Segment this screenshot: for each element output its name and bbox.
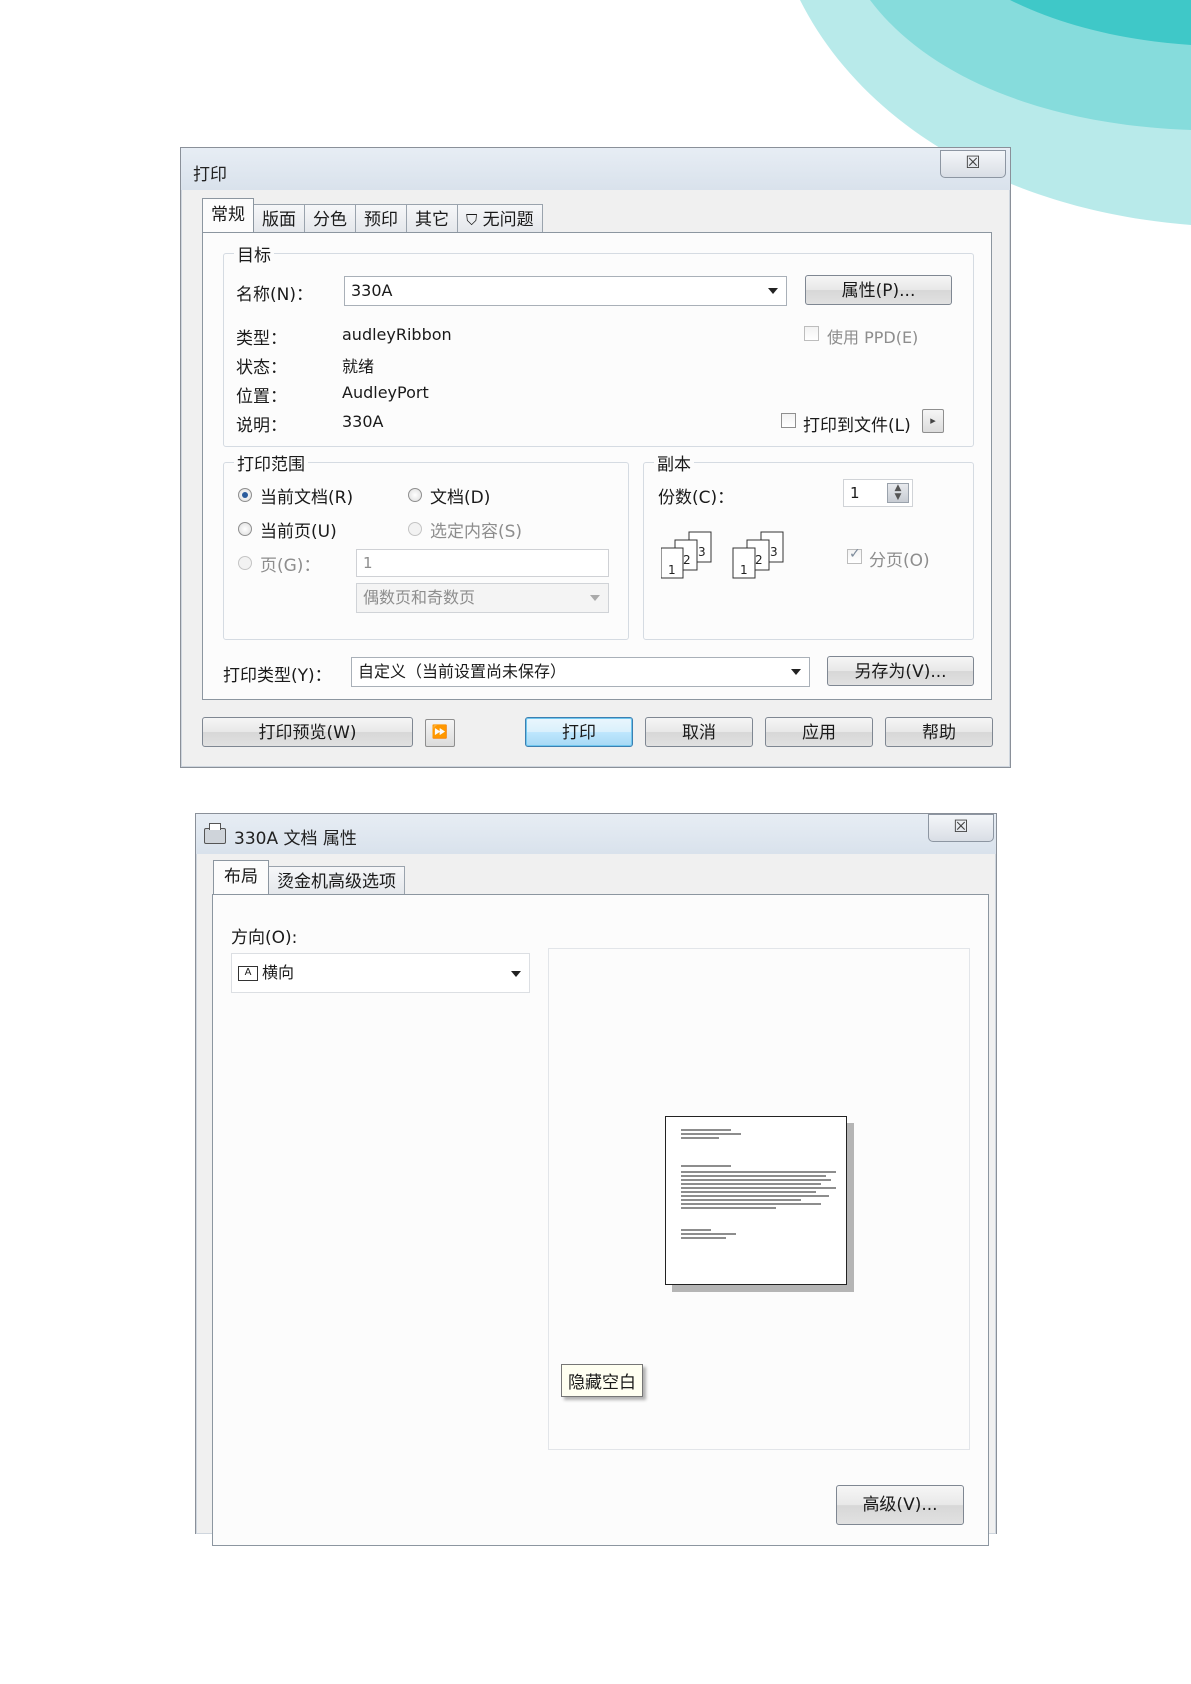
collate-page-number: 2 [755, 553, 763, 567]
print-dialog: 打印 ☒ 常规 版面 分色 预印 其它 ⛉ 无问题 目标 名称(N)： 330A… [180, 147, 1011, 768]
collate-page-number: 3 [770, 545, 778, 559]
print-range-legend: 打印范围 [234, 450, 308, 475]
collate-page-number: 2 [683, 553, 691, 567]
tab-no-issues[interactable]: ⛉ 无问题 [457, 204, 543, 232]
chevron-down-icon [511, 971, 521, 977]
print-to-file-checkbox[interactable] [781, 413, 796, 428]
use-ppd-label: 使用 PPD(E) [827, 328, 919, 347]
collate-page-number: 1 [740, 563, 748, 577]
location-value: AudleyPort [342, 383, 429, 402]
properties-title: 330A 文档 属性 [234, 829, 357, 849]
page-preview-area: 隐藏空白 [548, 948, 970, 1450]
copies-count-input[interactable]: 1 ▲ ▼ [843, 479, 913, 507]
properties-tabs: 布局 烫金机高级选项 [213, 860, 405, 894]
fast-forward-icon[interactable]: ⏩ [425, 719, 455, 747]
print-dialog-title: 打印 [193, 165, 227, 185]
tab-layout[interactable]: 版面 [253, 204, 305, 232]
status-value: 就绪 [342, 357, 375, 376]
print-dialog-titlebar: 打印 ☒ [181, 148, 1010, 190]
properties-dialog: 330A 文档 属性 ☒ 布局 烫金机高级选项 方向(O): A 横向 隐藏空白… [195, 813, 997, 1546]
cancel-button[interactable]: 取消 [645, 717, 753, 747]
copies-group: 副本 份数(C)： 1 ▲ ▼ 1 2 3 1 2 3 ✓ 分页(O) [643, 450, 974, 640]
pages-label: 页(G)： [260, 556, 321, 576]
collate-label: 分页(O) [869, 551, 930, 571]
documents-label: 文档(D) [430, 488, 491, 508]
page-thumbnail [665, 1116, 847, 1285]
printer-icon [204, 823, 226, 844]
collate-checkbox[interactable] [847, 546, 862, 564]
general-panel: 目标 名称(N)： 330A 属性(P)... 类型： audleyRibbon… [202, 232, 992, 700]
name-label: 名称(N)： [236, 285, 313, 305]
print-style-label: 打印类型(Y)： [223, 666, 332, 686]
apply-button[interactable]: 应用 [765, 717, 873, 747]
tab-general[interactable]: 常规 [202, 198, 254, 232]
current-page-label: 当前页(U) [260, 522, 337, 542]
tab-misc[interactable]: 其它 [406, 204, 458, 232]
print-button[interactable]: 打印 [525, 717, 633, 747]
properties-titlebar: 330A 文档 属性 ☒ [196, 814, 996, 854]
copies-legend: 副本 [654, 450, 694, 475]
comment-label: 说明： [236, 416, 287, 436]
type-value: audleyRibbon [342, 325, 452, 344]
spinner-icon[interactable]: ▲ ▼ [887, 483, 909, 503]
layout-panel: 方向(O): A 横向 隐藏空白 高级(V)... [212, 894, 989, 1546]
documents-radio[interactable] [408, 488, 422, 502]
target-group: 目标 名称(N)： 330A 属性(P)... 类型： audleyRibbon… [223, 241, 974, 447]
close-button[interactable]: ☒ [928, 814, 994, 842]
selection-label: 选定内容(S) [430, 522, 523, 542]
status-label: 状态： [236, 358, 287, 378]
print-style-select[interactable]: 自定义（当前设置尚未保存） [351, 657, 810, 687]
location-label: 位置： [236, 387, 287, 407]
print-range-group: 打印范围 当前文档(R) 文档(D) 当前页(U) 选定内容(S) 页(G)： … [223, 450, 629, 640]
hide-whitespace-tooltip: 隐藏空白 [561, 1364, 643, 1397]
copies-count-label: 份数(C)： [658, 488, 735, 508]
selection-radio[interactable] [408, 522, 422, 536]
current-document-radio[interactable] [238, 488, 252, 502]
orientation-select[interactable]: A 横向 [231, 953, 530, 993]
print-tabs: 常规 版面 分色 预印 其它 ⛉ 无问题 [202, 198, 543, 232]
pages-input[interactable]: 1 [356, 549, 609, 577]
play-arrow-icon[interactable]: ▸ [922, 409, 944, 433]
tab-hot-stamp-advanced[interactable]: 烫金机高级选项 [268, 866, 405, 894]
chevron-down-icon [768, 288, 778, 294]
tab-separations[interactable]: 分色 [304, 204, 356, 232]
printer-name-select[interactable]: 330A [344, 276, 787, 306]
collate-page-number: 1 [668, 563, 676, 577]
tab-layout[interactable]: 布局 [213, 860, 269, 894]
print-preview-button[interactable]: 打印预览(W) [202, 717, 413, 747]
properties-button[interactable]: 属性(P)... [805, 275, 952, 305]
current-document-label: 当前文档(R) [260, 488, 354, 508]
page-set-select[interactable]: 偶数页和奇数页 [356, 583, 609, 613]
save-as-button[interactable]: 另存为(V)... [827, 656, 974, 686]
comment-value: 330A [342, 412, 384, 431]
print-to-file-label: 打印到文件(L) [803, 416, 911, 436]
landscape-icon: A [238, 966, 258, 981]
tab-prepress[interactable]: 预印 [355, 204, 407, 232]
orientation-label: 方向(O): [231, 928, 298, 948]
chevron-down-icon [791, 669, 801, 675]
pages-radio[interactable] [238, 556, 252, 570]
issues-icon: ⛉ [466, 211, 478, 229]
collate-pages-icon: 1 2 3 1 2 3 [661, 531, 784, 579]
collate-page-number: 3 [698, 545, 706, 559]
text-lines-illustration [681, 1129, 836, 1239]
target-legend: 目标 [234, 241, 274, 266]
current-page-radio[interactable] [238, 522, 252, 536]
type-label: 类型： [236, 329, 287, 349]
help-button[interactable]: 帮助 [885, 717, 993, 747]
close-button[interactable]: ☒ [940, 150, 1006, 178]
chevron-down-icon [590, 595, 600, 601]
use-ppd-checkbox[interactable] [804, 326, 819, 341]
advanced-button[interactable]: 高级(V)... [836, 1485, 964, 1525]
